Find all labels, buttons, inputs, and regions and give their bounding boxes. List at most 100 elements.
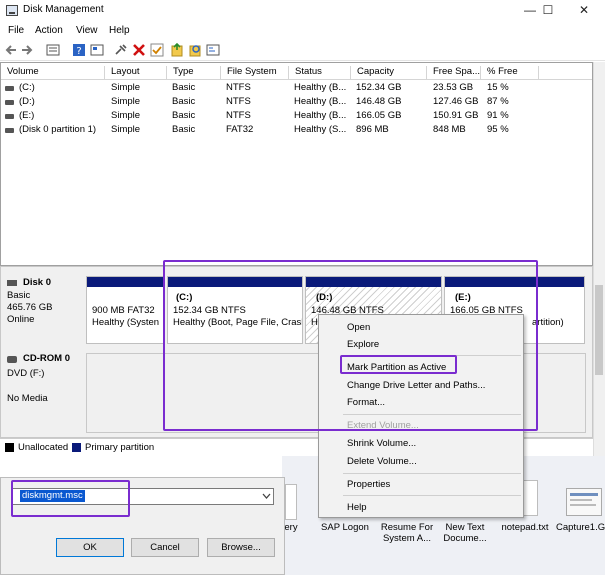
highlight-box-mark-active — [340, 355, 457, 374]
cell-capacity: 152.34 GB — [356, 82, 402, 93]
column-header-capacity[interactable]: Capacity — [351, 66, 427, 80]
cell-file-system: NTFS — [226, 96, 251, 107]
legend-swatch-primary — [72, 443, 81, 452]
menu-action[interactable]: Action — [35, 25, 63, 36]
table-row[interactable]: (E:) Simple Basic NTFS Healthy (B... 166… — [1, 110, 592, 124]
drive-icon — [5, 128, 14, 133]
column-header-volume[interactable]: Volume — [1, 66, 105, 80]
cell-file-system: FAT32 — [226, 124, 254, 135]
drive-icon — [5, 100, 14, 105]
menu-help[interactable]: Help — [109, 25, 130, 36]
list-view-icon[interactable] — [46, 43, 60, 57]
desktop-item-label: notepad.txt — [501, 522, 549, 533]
chevron-down-icon[interactable] — [262, 493, 271, 500]
cdrom-icon — [7, 356, 17, 363]
scrollbar-thumb[interactable] — [595, 285, 603, 375]
cell-type: Basic — [172, 82, 196, 93]
cell-free-space: 127.46 GB — [433, 96, 479, 107]
highlight-box-run-input — [11, 480, 130, 517]
drive-icon — [5, 114, 14, 119]
cell-percent-free: 15 % — [487, 82, 509, 93]
partition-size: 900 MB FAT32 — [92, 305, 155, 316]
cell-volume: (D:) — [19, 96, 35, 107]
file-icon[interactable] — [285, 484, 297, 520]
rescan-icon[interactable] — [206, 43, 220, 57]
table-row[interactable]: (D:) Simple Basic NTFS Healthy (B... 146… — [1, 96, 592, 110]
cell-percent-free: 91 % — [487, 110, 509, 121]
menu-item-help[interactable]: Help — [347, 502, 367, 513]
ok-button[interactable]: OK — [56, 538, 124, 557]
menu-file[interactable]: File — [8, 25, 24, 36]
window-title: Disk Management — [23, 4, 104, 15]
desktop-item-label: Capture1.G — [556, 522, 605, 533]
cell-type: Basic — [172, 110, 196, 121]
cdrom-name: CD-ROM 0 — [23, 353, 70, 364]
export-icon[interactable] — [170, 43, 184, 57]
cell-file-system: NTFS — [226, 110, 251, 121]
cell-volume: (E:) — [19, 110, 35, 121]
vertical-scrollbar[interactable] — [593, 62, 605, 482]
cell-layout: Simple — [111, 110, 141, 121]
cell-status: Healthy (B... — [294, 96, 347, 107]
cell-type: Basic — [172, 124, 196, 135]
disk-0-size: 465.76 GB — [7, 302, 53, 313]
menu-view[interactable]: View — [76, 25, 98, 36]
legend-swatch-unallocated — [5, 443, 14, 452]
cell-capacity: 896 MB — [356, 124, 389, 135]
properties-icon[interactable] — [90, 43, 104, 57]
disk-0-status: Online — [7, 314, 35, 325]
column-header-layout[interactable]: Layout — [105, 66, 167, 80]
disk-0-type: Basic — [7, 290, 31, 301]
check-icon[interactable] — [150, 43, 164, 57]
cancel-button[interactable]: Cancel — [131, 538, 199, 557]
drive-icon — [5, 86, 14, 91]
connect-icon[interactable] — [114, 43, 128, 57]
help-icon[interactable]: ? — [72, 43, 86, 57]
cell-free-space: 150.91 GB — [433, 110, 479, 121]
menu-item-shrink-volume[interactable]: Shrink Volume... — [347, 438, 416, 449]
maximize-button[interactable]: ☐ — [533, 0, 563, 20]
table-row[interactable]: (C:) Simple Basic NTFS Healthy (B... 152… — [1, 82, 592, 96]
menu-item-properties[interactable]: Properties — [347, 479, 390, 490]
cell-layout: Simple — [111, 82, 141, 93]
browse-button[interactable]: Browse... — [207, 538, 275, 557]
cdrom-status: No Media — [7, 393, 48, 404]
cdrom-0-label[interactable]: CD-ROM 0 DVD (F:) No Media — [5, 353, 83, 433]
toolbar: ? — [0, 39, 605, 61]
title-bar: Disk Management — ☐ ✕ — [0, 0, 605, 22]
forward-arrow-icon[interactable] — [20, 43, 34, 57]
disk-0-name: Disk 0 — [23, 277, 51, 288]
column-header-free-space[interactable]: Free Spa... — [427, 66, 481, 80]
column-header-type[interactable]: Type — [167, 66, 221, 80]
disk-icon — [7, 280, 17, 286]
column-header-status[interactable]: Status — [289, 66, 351, 80]
menu-separator — [343, 495, 521, 496]
cell-volume: (Disk 0 partition 1) — [19, 124, 97, 135]
disk-management-app-icon — [6, 5, 18, 16]
legend-unallocated: Unallocated — [18, 442, 69, 453]
menu-separator — [343, 473, 521, 474]
volume-list-header: Volume Layout Type File System Status Ca… — [1, 63, 592, 80]
cell-free-space: 848 MB — [433, 124, 466, 135]
disk-0-label[interactable]: Disk 0 Basic 465.76 GB Online — [5, 277, 83, 345]
cell-capacity: 166.05 GB — [356, 110, 402, 121]
column-header-percent-free[interactable]: % Free — [481, 66, 539, 80]
highlight-box-partitions — [163, 260, 538, 431]
column-header-file-system[interactable]: File System — [221, 66, 289, 80]
search-icon[interactable] — [188, 43, 202, 57]
partition-bar — [87, 277, 164, 287]
menu-item-delete-volume[interactable]: Delete Volume... — [347, 456, 417, 467]
table-row[interactable]: (Disk 0 partition 1) Simple Basic FAT32 … — [1, 124, 592, 138]
image-file-icon[interactable] — [566, 488, 602, 516]
cell-layout: Simple — [111, 96, 141, 107]
partition-system-reserved[interactable]: 900 MB FAT32 Healthy (Systen — [86, 276, 165, 344]
delete-icon[interactable] — [132, 43, 146, 57]
close-button[interactable]: ✕ — [569, 0, 599, 20]
cell-layout: Simple — [111, 124, 141, 135]
volume-list: Volume Layout Type File System Status Ca… — [0, 62, 593, 266]
cdrom-type: DVD (F:) — [7, 368, 45, 379]
menu-bar: File Action View Help — [0, 22, 605, 39]
back-arrow-icon[interactable] — [4, 43, 18, 57]
svg-text:?: ? — [76, 46, 81, 57]
cell-volume: (C:) — [19, 82, 35, 93]
